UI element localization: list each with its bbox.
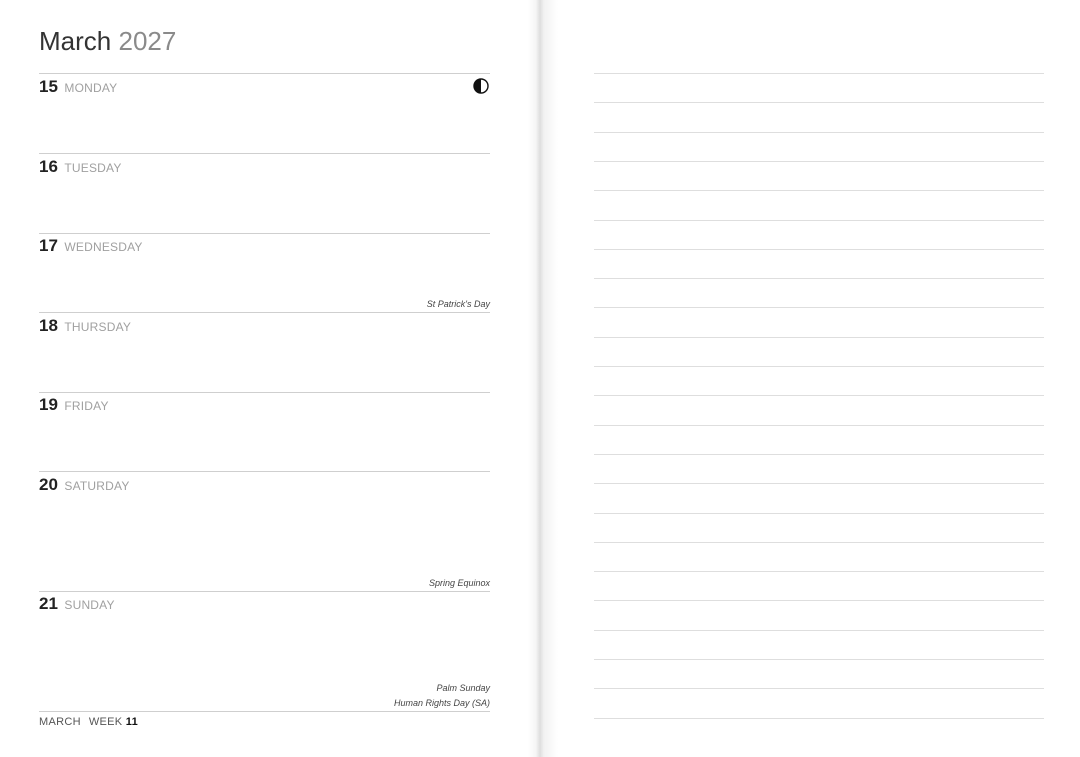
day-header-tuesday[interactable]: 16 TUESDAY <box>39 158 122 176</box>
day-name: FRIDAY <box>64 399 109 413</box>
day-number: 17 <box>39 236 58 255</box>
right-page-notes <box>540 0 1080 757</box>
title-month: March <box>39 26 112 56</box>
ruled-line <box>594 395 1044 396</box>
day-name: TUESDAY <box>64 161 122 175</box>
ruled-line <box>594 571 1044 572</box>
day-number: 16 <box>39 157 58 176</box>
ruled-line <box>594 73 1044 74</box>
day-name: MONDAY <box>64 81 118 95</box>
event-st-patricks-day: St Patrick's Day <box>426 299 490 309</box>
event-palm-sunday: Palm Sunday <box>436 683 490 693</box>
day-name: SATURDAY <box>64 479 130 493</box>
ruled-line <box>594 542 1044 543</box>
ruled-line <box>594 307 1044 308</box>
day-number: 20 <box>39 475 58 494</box>
day-divider <box>39 153 490 154</box>
title-year: 2027 <box>118 26 177 56</box>
day-number: 19 <box>39 395 58 414</box>
day-number: 15 <box>39 77 58 96</box>
ruled-line <box>594 659 1044 660</box>
day-name: WEDNESDAY <box>64 240 143 254</box>
ruled-line <box>594 278 1044 279</box>
ruled-line <box>594 220 1044 221</box>
week-bottom-divider <box>39 711 490 712</box>
day-divider <box>39 471 490 472</box>
day-header-monday[interactable]: 15 MONDAY <box>39 78 117 96</box>
footer-week-number: 11 <box>125 716 139 728</box>
day-divider <box>39 73 490 74</box>
half-moon-icon <box>473 78 489 94</box>
ruled-line <box>594 366 1044 367</box>
ruled-line <box>594 483 1044 484</box>
ruled-line <box>594 337 1044 338</box>
ruled-line <box>594 454 1044 455</box>
day-divider <box>39 233 490 234</box>
ruled-line <box>594 132 1044 133</box>
event-spring-equinox: Spring Equinox <box>428 578 490 588</box>
day-header-saturday[interactable]: 20 SATURDAY <box>39 476 130 494</box>
footer-month: MARCH <box>39 716 81 728</box>
ruled-line <box>594 425 1044 426</box>
day-header-wednesday[interactable]: 17 WEDNESDAY <box>39 237 143 255</box>
day-header-thursday[interactable]: 18 THURSDAY <box>39 317 131 335</box>
day-header-friday[interactable]: 19 FRIDAY <box>39 396 109 414</box>
ruled-line <box>594 718 1044 719</box>
ruled-line <box>594 249 1044 250</box>
day-header-sunday[interactable]: 21 SUNDAY <box>39 595 115 613</box>
ruled-line <box>594 190 1044 191</box>
left-page: March 2027 15 MONDAY 16 TUESDAY 17 WEDNE… <box>0 0 540 757</box>
ruled-line <box>594 600 1044 601</box>
day-number: 21 <box>39 594 58 613</box>
ruled-line <box>594 161 1044 162</box>
ruled-line <box>594 630 1044 631</box>
footer-week-label: WEEK <box>88 716 123 728</box>
ruled-line <box>594 102 1044 103</box>
week-footer: MARCH WEEK 11 <box>39 716 138 728</box>
day-divider <box>39 392 490 393</box>
day-name: SUNDAY <box>64 598 115 612</box>
ruled-line <box>594 688 1044 689</box>
page-title: March 2027 <box>39 26 176 57</box>
day-number: 18 <box>39 316 58 335</box>
ruled-line <box>594 513 1044 514</box>
day-divider <box>39 312 490 313</box>
day-divider <box>39 591 490 592</box>
event-human-rights-day: Human Rights Day (SA) <box>393 698 490 708</box>
day-name: THURSDAY <box>64 320 132 334</box>
